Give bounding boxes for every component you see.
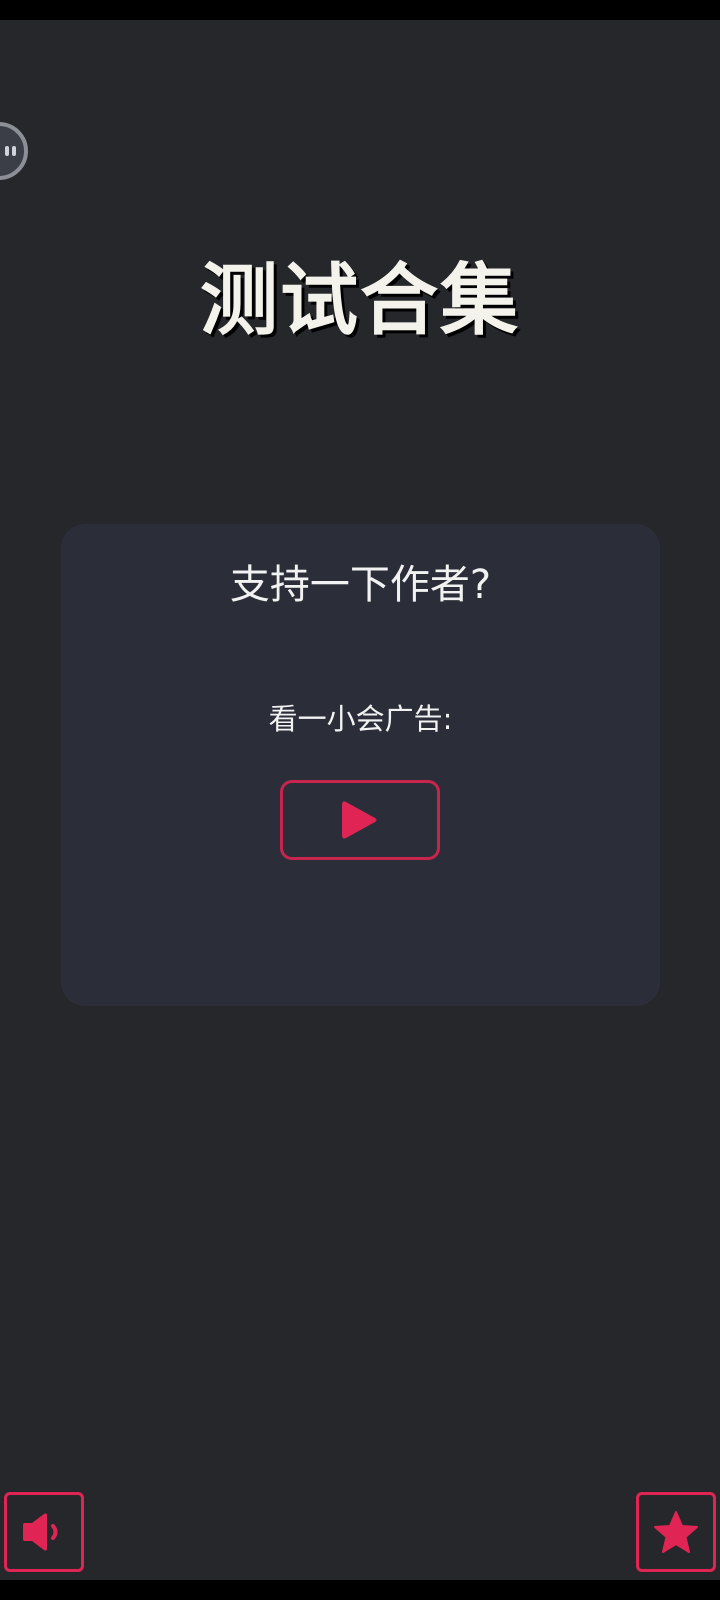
play-icon [342,801,377,839]
app-screen: 测试合集 支持一下作者? 看一小会广告: [0,20,720,1580]
support-card-subtext: 看一小会广告: [268,702,453,736]
support-card-heading: 支持一下作者? [229,562,492,608]
page-title: 测试合集 [199,256,520,346]
chat-bubble-icon [5,146,16,156]
favorite-button[interactable] [636,1492,716,1572]
support-card: 支持一下作者? 看一小会广告: [61,524,660,1006]
sound-toggle-button[interactable] [4,1492,84,1572]
status-bar [0,0,720,20]
star-icon [654,1511,698,1553]
floating-chat-bubble[interactable] [0,122,28,180]
navigation-bar [0,1580,720,1600]
watch-ad-button[interactable] [280,780,440,860]
speaker-icon [23,1513,58,1551]
